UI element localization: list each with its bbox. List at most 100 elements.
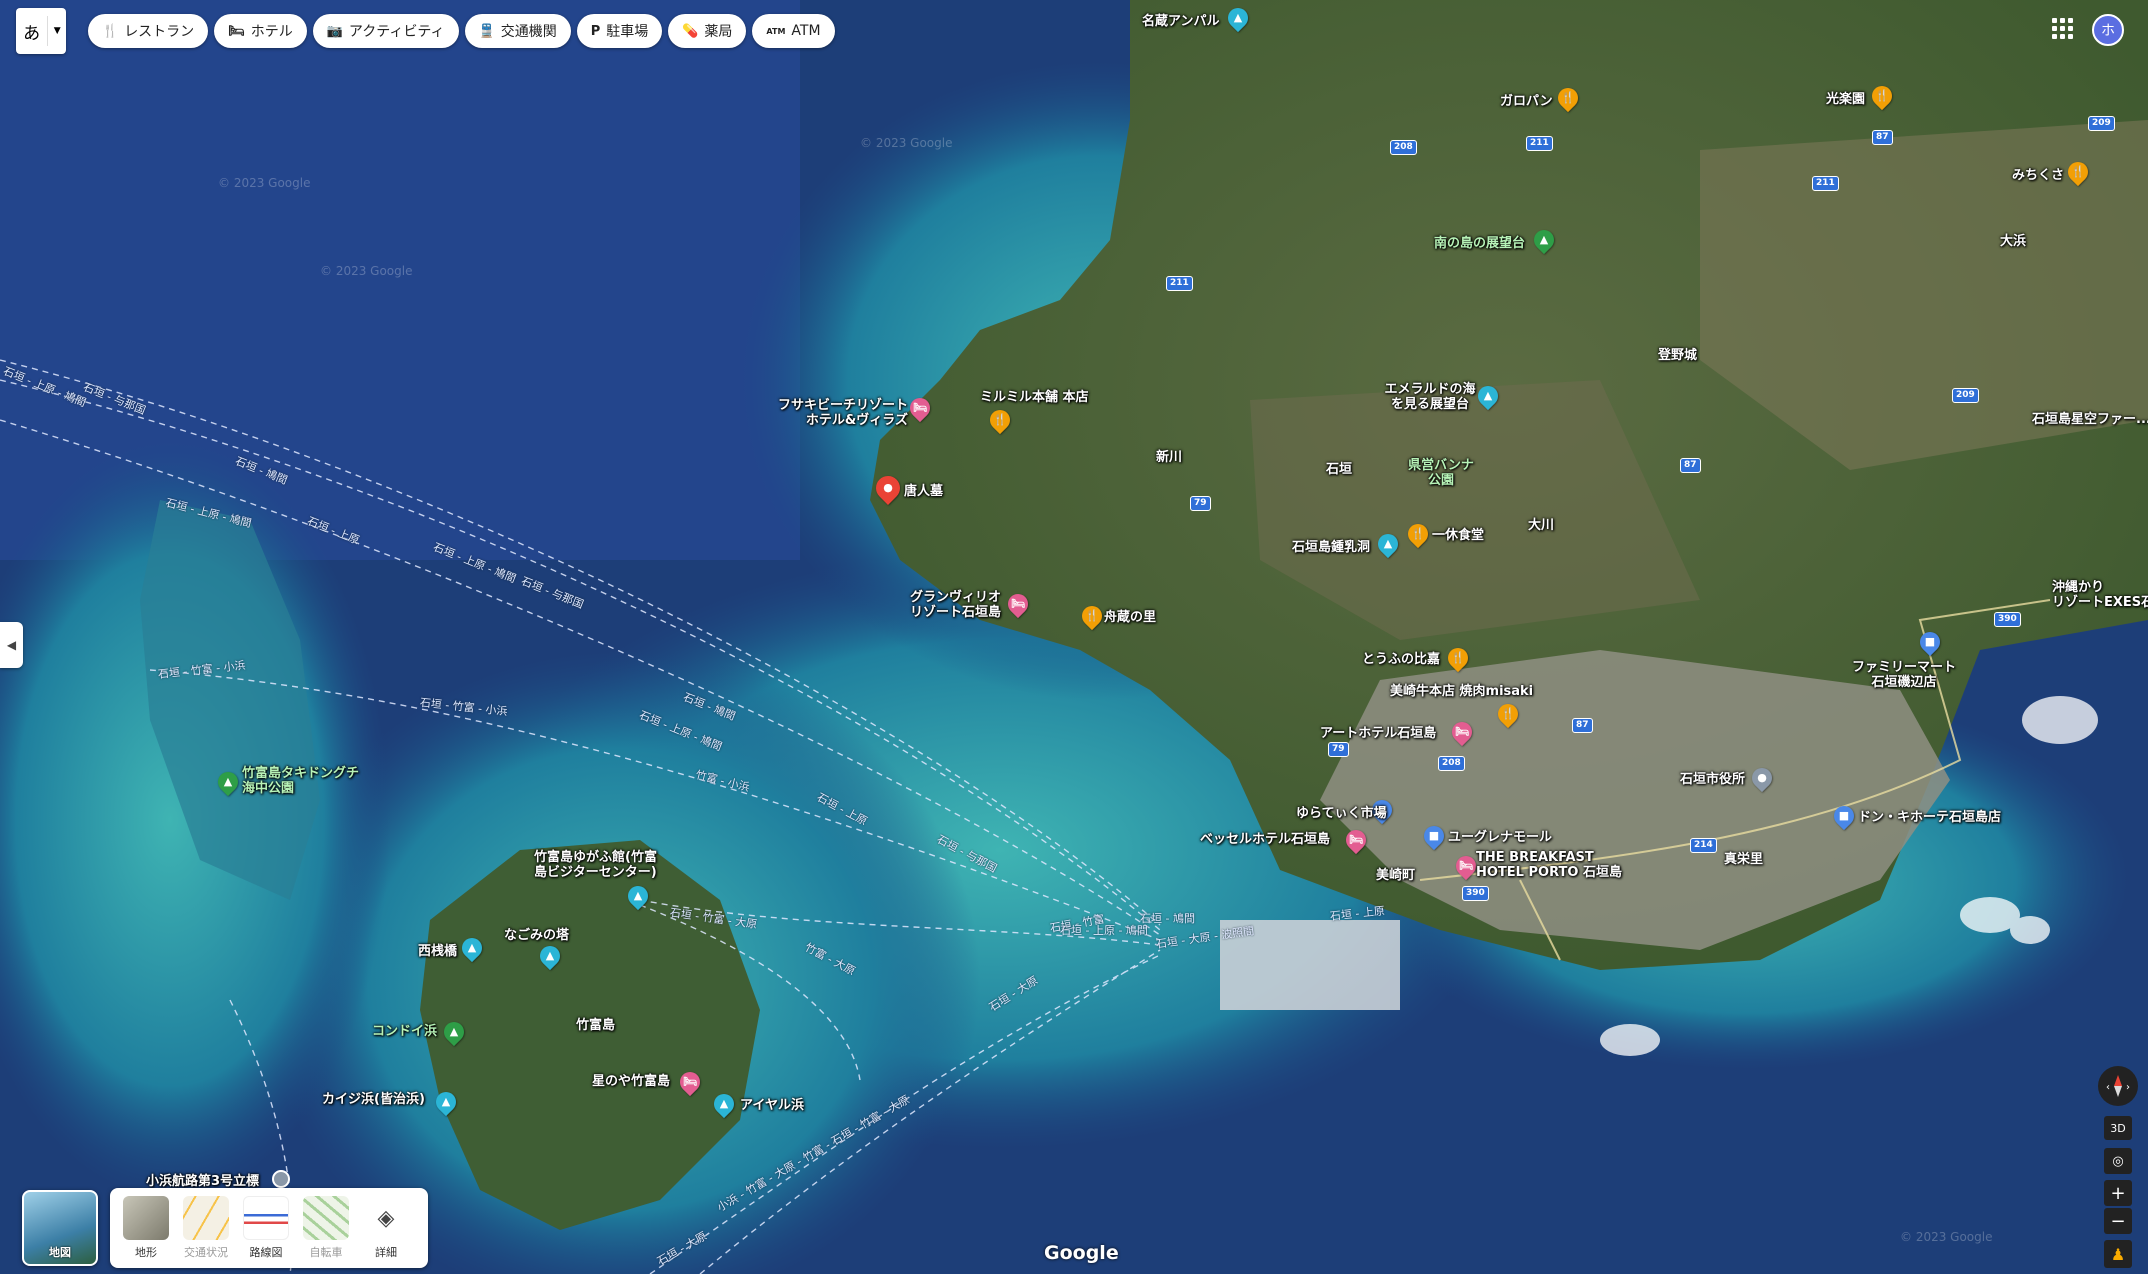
chip-label: レストラン [124,24,195,40]
place-label: 小浜航路第3号立標 [146,1174,260,1189]
road-shield: 209 [1952,388,1979,403]
poi-pin-michikusa[interactable]: 🍴 [2063,157,2093,187]
poi-pin-nishisanbashi[interactable]: ▲ [457,933,487,963]
poi-pin-fusaki[interactable]: 🛏 [905,393,935,423]
poi-pin-taketomi-marine[interactable]: ▲ [213,767,243,797]
layer-option-label: 交通状況 [184,1246,228,1259]
category-chips: 🍴 レストラン 🛏 ホテル 📷 アクティビティ 🚆 交通機関 P 駐車場 💊 薬局 ATM A… [88,14,835,48]
place-label: 西桟橋 [418,944,458,959]
satellite-map[interactable] [0,0,2148,1274]
poi-pin-aiyaru[interactable]: ▲ [709,1089,739,1119]
my-location-button[interactable]: ◎ [2104,1148,2132,1174]
poi-pin-yugafu[interactable]: ▲ [623,881,653,911]
poi-pin-shonyudo[interactable]: ▲ [1373,529,1403,559]
pegman-button[interactable]: ♟ [2104,1240,2132,1268]
zoom-in-button[interactable]: + [2104,1180,2132,1206]
restaurant-icon: 🍴 [102,23,119,39]
map-watermark: © 2023 Google [1900,1230,1993,1244]
compass-button[interactable]: ‹ › [2098,1066,2138,1106]
layer-option-traffic[interactable]: 交通状況 [176,1196,236,1260]
map-watermark: © 2023 Google [320,264,413,278]
avatar[interactable]: ホ [2092,14,2124,46]
layer-toggle-button[interactable]: 地図 [22,1190,98,1266]
chip-hotel[interactable]: 🛏 ホテル [214,14,307,48]
poi-pin-familymart[interactable]: ■ [1915,627,1945,657]
road-shield: 79 [1328,742,1349,757]
layer-option-label: 地形 [135,1246,157,1259]
place-label: グランヴィリオ リゾート石垣島 [910,590,1002,620]
chip-pharmacy[interactable]: 💊 薬局 [668,14,747,48]
place-label: 真栄里 [1724,852,1764,867]
poi-pin-kourakuen[interactable]: 🍴 [1867,81,1897,111]
beacon-pin[interactable] [272,1170,290,1188]
layer-options-panel: 地形 交通状況 路線図 自転車 ◈ 詳細 [110,1188,428,1268]
input-method-label: あ [23,23,41,44]
poi-pin-city-hall[interactable]: ● [1747,763,1777,793]
poi-pin-ikkyu[interactable]: 🍴 [1403,519,1433,549]
poi-pin-garopan[interactable]: 🍴 [1553,83,1583,113]
chip-transit[interactable]: 🚆 交通機関 [464,14,571,48]
place-label: THE BREAKFAST HOTEL PORTO 石垣島 [1476,850,1622,880]
place-label: 竹富島タキドングチ 海中公園 [242,766,360,796]
layers-icon: ◈ [377,1205,395,1231]
collapse-panel-button[interactable]: ◀ [0,622,23,668]
place-label: ドン・キホーテ石垣島店 [1858,810,2002,825]
tilt-3d-button[interactable]: 3D [2104,1116,2132,1140]
place-label: コンドイ浜 [372,1024,438,1039]
poi-pin-toufu[interactable]: 🍴 [1443,643,1473,673]
poi-pin-mirumiru[interactable]: 🍴 [985,405,1015,435]
minus-icon: − [2110,1210,2126,1232]
chip-label: 交通機関 [500,24,557,40]
poi-pin-donki[interactable]: ■ [1829,801,1859,831]
plus-icon: + [2110,1182,2126,1204]
poi-pin-kondoi[interactable]: ▲ [439,1017,469,1047]
poi-pin-besseru[interactable]: 🛏 [1341,825,1371,855]
poi-pin-misaki[interactable]: 🍴 [1493,699,1523,729]
chip-parking[interactable]: P 駐車場 [576,14,663,48]
place-label: 石垣 [1326,462,1353,477]
layer-option-terrain[interactable]: 地形 [116,1196,176,1260]
poi-pin-minaminoshima[interactable]: ▲ [1529,225,1559,255]
zoom-out-button[interactable]: − [2104,1208,2132,1234]
layer-option-more[interactable]: ◈ 詳細 [356,1196,416,1260]
poi-pin-funakura[interactable]: 🍴 [1077,601,1107,631]
place-label: 新川 [1156,450,1183,465]
road-shield: 209 [2088,116,2115,131]
poi-pin-kaiji[interactable]: ▲ [431,1087,461,1117]
road-shield: 211 [1812,176,1839,191]
poi-pin-nagura-amparu[interactable]: ▲ [1223,3,1253,33]
road-shield: 211 [1526,136,1553,151]
layer-option-transit[interactable]: 路線図 [236,1196,296,1260]
chip-label: ホテル [250,24,293,40]
poi-pin-art-hotel[interactable]: 🛏 [1447,717,1477,747]
place-label: フサキビーチリゾート ホテル&ヴィラズ [777,398,908,428]
chip-restaurant[interactable]: 🍴 レストラン [88,14,209,48]
svg-text:›: › [2126,1082,2130,1093]
poi-pin-grandvrio[interactable]: 🛏 [1003,589,1033,619]
chevron-down-icon[interactable]: ▼ [47,16,66,46]
locate-icon: ◎ [2112,1153,2124,1169]
layer-toggle-label: 地図 [49,1246,71,1259]
chip-atm[interactable]: ATM ATM [752,14,835,48]
chip-label: アクティビティ [348,24,445,40]
apps-grid-icon[interactable] [2052,18,2074,40]
place-label: 光楽園 [1826,92,1866,107]
place-label: ユーグレナモール [1448,830,1553,845]
camera-icon: 📷 [326,23,343,39]
layer-option-bicycle[interactable]: 自転車 [296,1196,356,1260]
input-method-button[interactable]: あ ▼ [16,8,66,54]
pharmacy-icon: 💊 [682,23,699,39]
road-shield: 87 [1872,130,1893,145]
place-label: 美崎町 [1376,868,1416,883]
selected-location-pin[interactable]: ● [871,471,905,505]
road-shield: 390 [1462,886,1489,901]
poi-pin-nagomi[interactable]: ▲ [535,941,565,971]
ferry-route-label: 石垣 - 上原 - 鳩間 [1060,924,1148,937]
place-label: 県営バンナ 公園 [1408,458,1474,488]
chip-activity[interactable]: 📷 アクティビティ [312,14,459,48]
poi-pin-hoshinoya[interactable]: 🛏 [675,1067,705,1097]
place-label: アイヤル浜 [740,1098,804,1113]
svg-text:‹: ‹ [2106,1082,2110,1093]
poi-pin-euglena[interactable]: ■ [1419,821,1449,851]
chip-label: ATM [791,23,821,39]
